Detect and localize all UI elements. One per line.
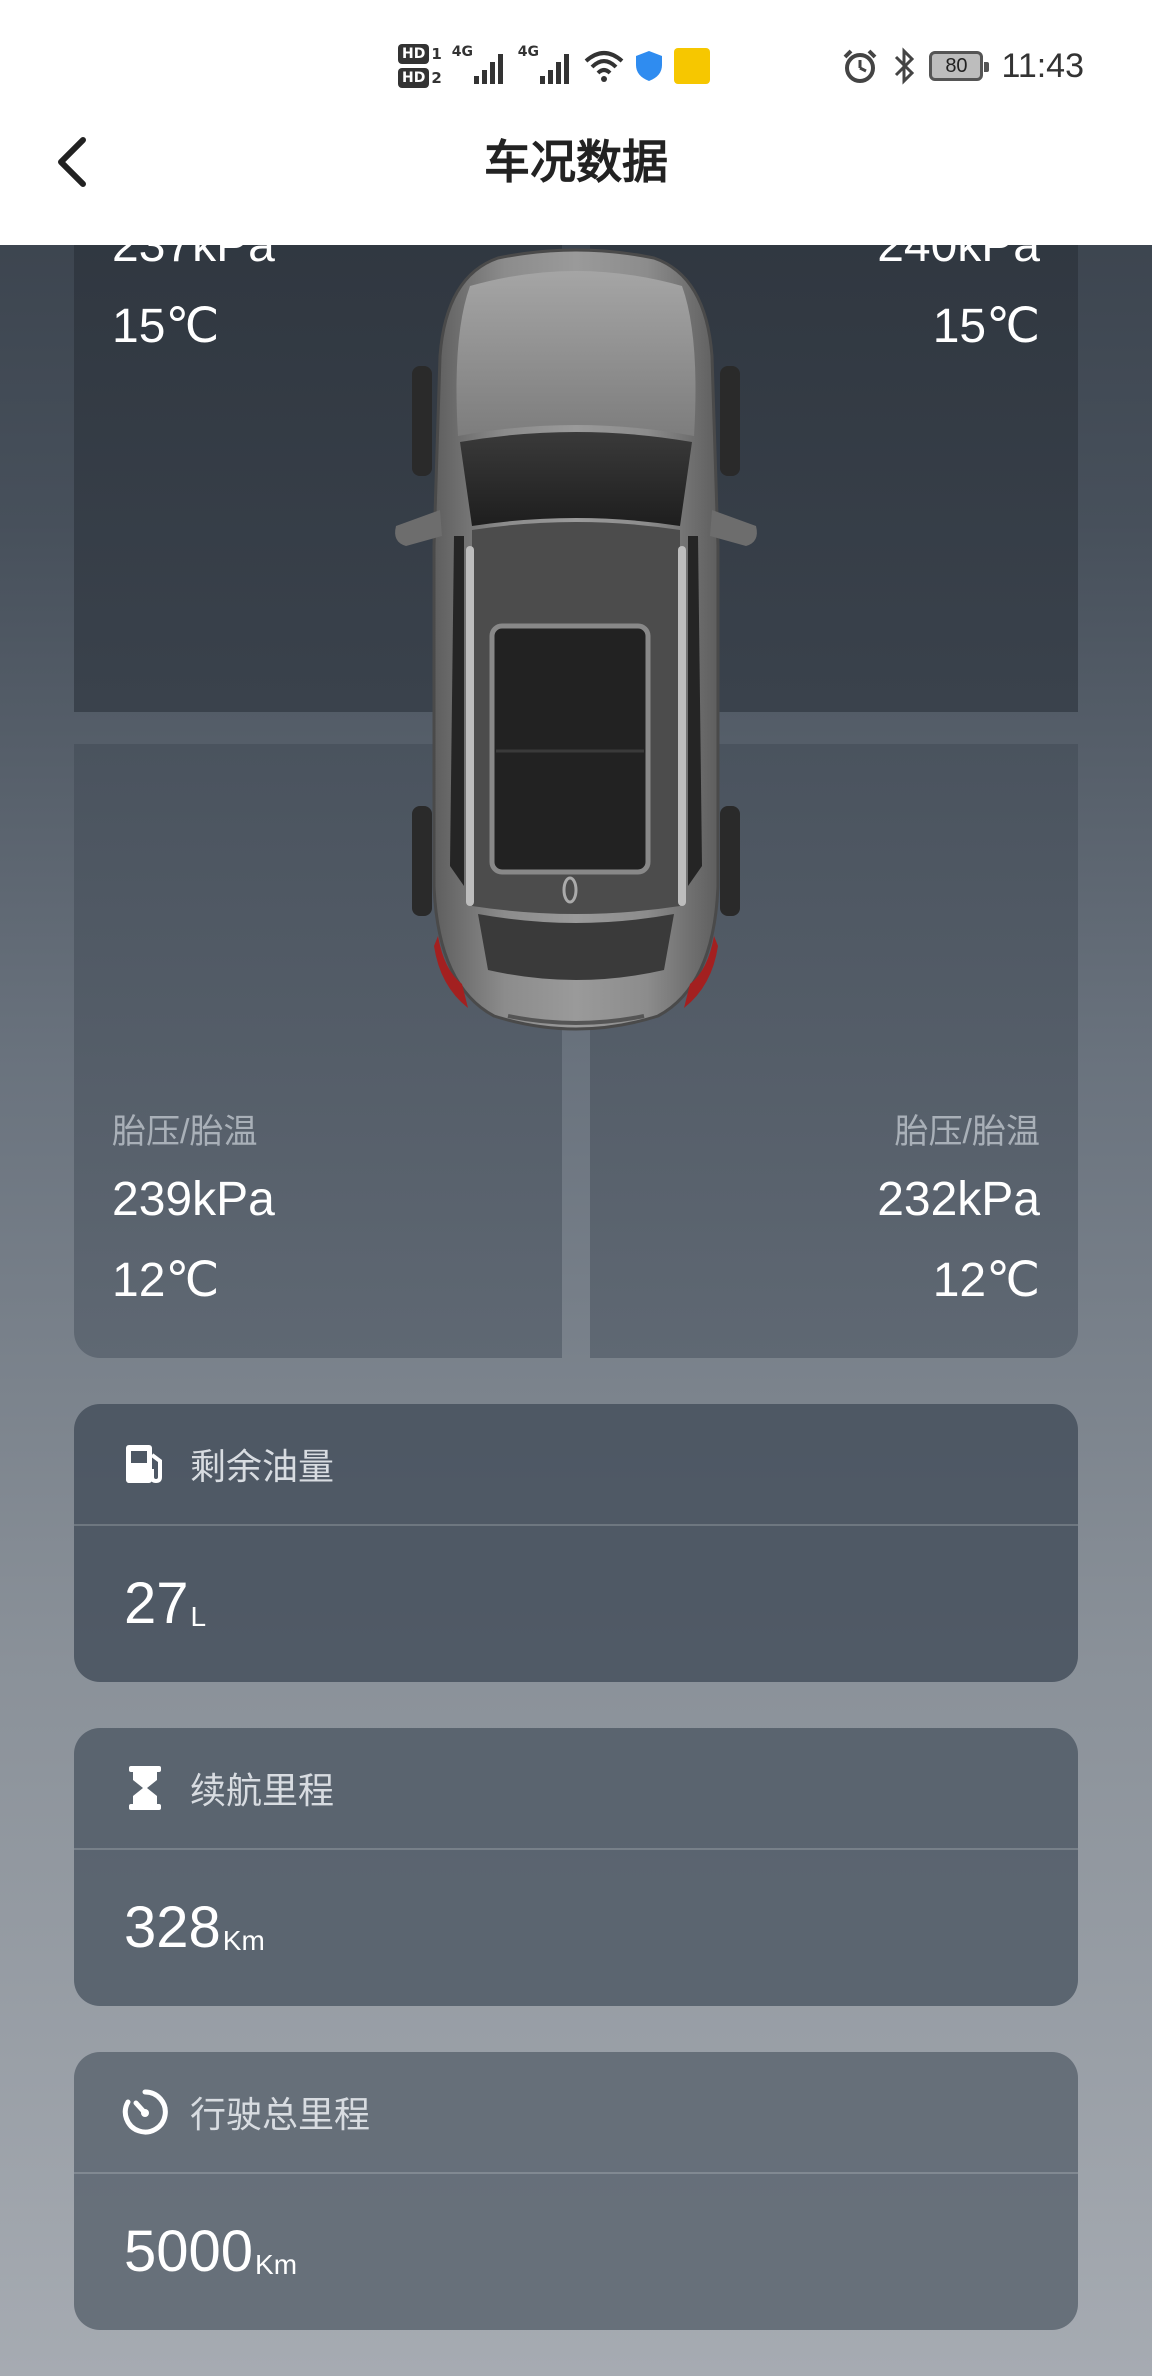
cell-signal-2-icon: 4G (517, 44, 574, 86)
odometer-title: 行驶总里程 (190, 2094, 371, 2135)
hd1-badge: HD (398, 44, 430, 64)
range-title: 续航里程 (190, 1770, 335, 1811)
hourglass-icon (120, 1763, 170, 1813)
tire-rear-left-pressure: 239kPa (112, 1173, 275, 1226)
network-type-1: 4G (451, 44, 474, 60)
tire-front-left-temperature: 15℃ (112, 300, 220, 353)
security-shield-icon (635, 51, 662, 81)
app-header: HD 1 HD 2 4G 4G 80 11:43 车况数据 (0, 0, 1152, 245)
bluetooth-icon (895, 47, 915, 85)
tire-rear-right-label: 胎压/胎温 (894, 1113, 1040, 1151)
range-value: 328 (124, 1894, 221, 1960)
odometer-unit: Km (255, 2249, 298, 2280)
speedometer-icon (120, 2087, 170, 2137)
range-unit: Km (222, 1925, 265, 1956)
tire-front-right-temperature: 15℃ (932, 300, 1040, 353)
fuel-card: 剩余油量 27 L (74, 1404, 1078, 1682)
range-card: 续航里程 328 Km (74, 1728, 1078, 2006)
tire-rear-right-pressure: 232kPa (877, 1173, 1040, 1226)
tire-rear-left-temperature: 12℃ (112, 1254, 220, 1307)
hd1-number: 1 (431, 45, 442, 63)
alarm-icon (844, 49, 877, 83)
hd-voice-indicator: HD 1 HD 2 (398, 44, 442, 88)
tire-rear-left-label: 胎压/胎温 (112, 1113, 258, 1151)
page-title: 车况数据 (484, 135, 668, 189)
status-time: 11:43 (1001, 46, 1084, 85)
cell-signal-1-icon: 4G (451, 44, 508, 86)
wifi-icon (584, 51, 624, 82)
network-type-2: 4G (517, 44, 540, 60)
hd2-badge: HD (398, 68, 430, 88)
fuel-value: 27 (124, 1570, 189, 1636)
battery-icon: 80 (929, 51, 990, 81)
tire-rear-right-temperature: 12℃ (932, 1254, 1040, 1307)
fuel-unit: L (190, 1601, 207, 1632)
battery-level: 80 (945, 55, 968, 77)
car-top-view-image (395, 248, 757, 1031)
hd2-number: 2 (431, 69, 442, 87)
odometer-card: 行驶总里程 5000 Km (74, 2052, 1078, 2330)
fuel-pump-icon (120, 1439, 170, 1489)
notification-app-icon (673, 48, 710, 84)
fuel-title: 剩余油量 (190, 1446, 335, 1487)
odometer-value: 5000 (124, 2218, 254, 2284)
status-bar: HD 1 HD 2 4G 4G 80 11:43 (0, 0, 1152, 132)
